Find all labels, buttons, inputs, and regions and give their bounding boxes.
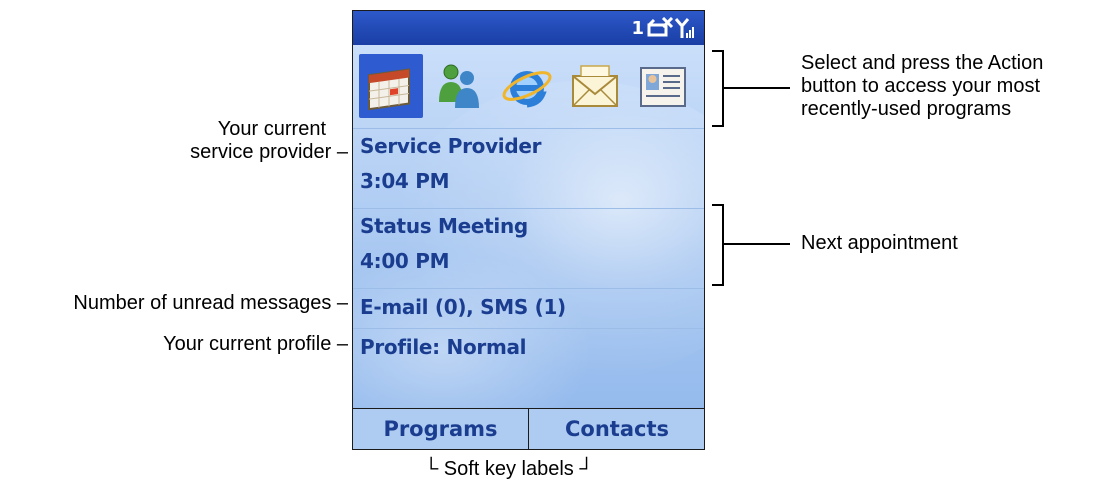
signal-icon <box>674 17 696 39</box>
callout-line: Select and press the Action <box>801 52 1044 74</box>
callout-line: Your current <box>217 118 326 140</box>
appointment-title: Status Meeting <box>360 214 528 238</box>
recent-programs-callout: Select and press the Action button to ac… <box>801 52 1043 121</box>
contacts-card-icon[interactable] <box>631 54 695 118</box>
service-provider-callout: Your current service provider – <box>190 118 348 164</box>
unread-messages-callout: Number of unread messages – <box>73 292 348 314</box>
softkey-bar: Programs Contacts <box>353 408 704 449</box>
connection-icon <box>646 16 674 39</box>
messages-section[interactable]: E-mail (0), SMS (1) <box>353 289 704 329</box>
leader-line <box>724 243 790 245</box>
next-appointment-callout: Next appointment <box>801 232 958 254</box>
phone-home-screen: 1 Service Provider 3:04 PM Status Meetin… <box>352 10 705 450</box>
bracket-line <box>712 284 724 286</box>
service-provider-section[interactable]: Service Provider 3:04 PM <box>353 129 704 209</box>
contacts-softkey[interactable]: Contacts <box>529 409 704 449</box>
programs-softkey[interactable]: Programs <box>353 409 529 449</box>
appointment-time: 4:00 PM <box>360 249 450 273</box>
inbox-icon[interactable] <box>563 54 627 118</box>
callout-line: recently-used programs <box>801 98 1012 120</box>
service-provider-name: Service Provider <box>360 134 542 158</box>
unread-messages: E-mail (0), SMS (1) <box>360 295 566 319</box>
soft-key-labels-callout: └ Soft key labels ┘ <box>424 458 594 480</box>
bracket-line <box>712 204 724 206</box>
bracket-line <box>722 204 724 286</box>
callout-line: service provider – <box>190 141 348 163</box>
current-profile: Profile: Normal <box>360 335 527 359</box>
current-time: 3:04 PM <box>360 169 450 193</box>
current-profile-callout: Your current profile – <box>163 333 348 355</box>
status-bar: 1 <box>353 11 704 45</box>
internet-explorer-icon[interactable] <box>495 54 559 118</box>
messenger-icon[interactable] <box>427 54 491 118</box>
recent-programs-bar <box>353 45 704 129</box>
profile-section[interactable]: Profile: Normal <box>353 329 704 369</box>
calendar-icon[interactable] <box>359 54 423 118</box>
callout-line: button to access your most <box>801 75 1041 97</box>
notification-count: 1 <box>631 18 644 39</box>
appointment-section[interactable]: Status Meeting 4:00 PM <box>353 209 704 289</box>
leader-line <box>724 87 790 89</box>
bracket-line <box>712 50 724 52</box>
bracket-line <box>712 125 724 127</box>
